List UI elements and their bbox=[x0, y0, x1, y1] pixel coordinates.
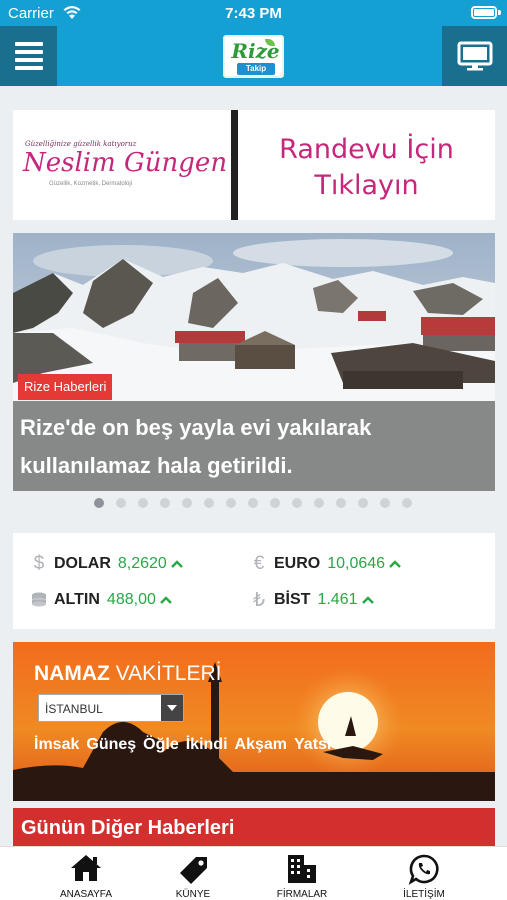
ad-tagline: Güzelliğinize güzellik katıyoruz bbox=[25, 140, 137, 148]
pagination-dot[interactable] bbox=[204, 498, 214, 508]
market-value: 8,2620 bbox=[117, 555, 167, 572]
trend-up-icon bbox=[389, 560, 401, 568]
logo-text: Rize bbox=[231, 39, 280, 63]
desktop-view-button[interactable] bbox=[442, 26, 507, 86]
status-bar: Carrier 7:43 PM bbox=[0, 0, 507, 26]
ad-banner[interactable]: Güzelliğinize güzellik katıyoruz Neslim … bbox=[13, 110, 495, 220]
pagination-dot[interactable] bbox=[402, 498, 412, 508]
pagination-dot[interactable] bbox=[336, 498, 346, 508]
city-selected-value: İSTANBUL bbox=[45, 702, 103, 716]
tag-icon bbox=[180, 857, 207, 884]
pagination-dot[interactable] bbox=[182, 498, 192, 508]
other-news-header[interactable]: Günün Diğer Haberleri bbox=[13, 808, 495, 846]
pagination-dot[interactable] bbox=[248, 498, 258, 508]
bottom-tab-bar: ANASAYFA KÜNYE FİRMALAR İLETİŞİM bbox=[0, 846, 507, 900]
market-name: BİST bbox=[274, 591, 311, 608]
market-name: ALTIN bbox=[54, 591, 100, 608]
city-select[interactable]: İSTANBUL bbox=[38, 694, 184, 722]
market-name: EURO bbox=[274, 555, 321, 572]
pagination-dot[interactable] bbox=[226, 498, 236, 508]
pagination-dot[interactable] bbox=[94, 498, 104, 508]
market-value: 488,00 bbox=[106, 591, 156, 608]
hamburger-icon bbox=[14, 38, 43, 74]
pagination-dot[interactable] bbox=[314, 498, 324, 508]
ad-brand-name: Neslim Güngen bbox=[23, 148, 228, 178]
market-item-euro[interactable]: € EURO 10,0646 bbox=[250, 553, 402, 575]
tab-firmalar[interactable]: FİRMALAR bbox=[262, 847, 342, 900]
prayer-times-panel: NAMAZ VAKİTLERİ İSTANBUL İmsak Güneş Öğl… bbox=[13, 642, 495, 801]
logo-subtext: Takip bbox=[237, 63, 275, 75]
buildings-icon bbox=[288, 855, 316, 883]
slider-pagination bbox=[94, 498, 412, 508]
pagination-dot[interactable] bbox=[138, 498, 148, 508]
tab-kunye[interactable]: KÜNYE bbox=[158, 847, 228, 900]
pagination-dot[interactable] bbox=[116, 498, 126, 508]
ad-cta-panel: Randevu İçin Tıklayın bbox=[238, 110, 495, 220]
tab-iletisim[interactable]: İLETİŞİM bbox=[384, 847, 464, 900]
other-news-title: Günün Diğer Haberleri bbox=[21, 817, 235, 839]
category-badge[interactable]: Rize Haberleri bbox=[18, 374, 113, 400]
battery-icon bbox=[471, 6, 497, 19]
home-icon bbox=[71, 855, 101, 881]
euro-icon: € bbox=[253, 553, 265, 574]
ad-cta-line2: Tıklayın bbox=[314, 170, 419, 201]
tab-anasayfa[interactable]: ANASAYFA bbox=[46, 847, 126, 900]
app-header: Rize Takip bbox=[0, 26, 507, 86]
prayer-time-labels: İmsak Güneş Öğle İkindi Akşam Yatsı bbox=[34, 736, 338, 754]
market-value: 10,0646 bbox=[327, 555, 386, 572]
whatsapp-icon bbox=[408, 854, 439, 885]
menu-button[interactable] bbox=[0, 26, 57, 86]
prayer-label-gunes: Güneş bbox=[86, 736, 137, 753]
trend-up-icon bbox=[170, 560, 183, 568]
market-name: DOLAR bbox=[54, 555, 111, 572]
pagination-dot[interactable] bbox=[292, 498, 302, 508]
trend-up-icon bbox=[361, 596, 374, 604]
market-value: 1.461 bbox=[317, 591, 358, 608]
prayer-label-ogle: Öğle bbox=[143, 736, 179, 753]
app-logo[interactable]: Rize Takip bbox=[223, 35, 284, 78]
ad-small-text: Güzellik, Kozmetik, Dermatoloji bbox=[49, 181, 133, 187]
ad-divider bbox=[231, 110, 238, 220]
tab-label: FİRMALAR bbox=[276, 889, 328, 900]
chevron-down-icon bbox=[161, 695, 183, 721]
status-time: 7:43 PM bbox=[225, 5, 282, 22]
monitor-icon bbox=[457, 41, 492, 71]
prayer-title-bold: NAMAZ bbox=[34, 662, 110, 685]
pagination-dot[interactable] bbox=[358, 498, 368, 508]
prayer-label-imsak: İmsak bbox=[34, 736, 80, 753]
prayer-label-aksam: Akşam bbox=[234, 736, 287, 753]
tab-label: KÜNYE bbox=[175, 889, 211, 900]
tab-label: ANASAYFA bbox=[59, 889, 113, 900]
market-item-altin[interactable]: ALTIN 488,00 bbox=[30, 589, 173, 611]
battery-tip bbox=[498, 10, 501, 15]
trend-up-icon bbox=[160, 596, 172, 604]
gold-icon bbox=[32, 592, 46, 607]
news-slider[interactable]: Rize Haberleri Rize'de on beş yayla evi … bbox=[13, 233, 495, 491]
prayer-label-yatsi: Yatsı bbox=[294, 736, 332, 753]
pagination-dot[interactable] bbox=[270, 498, 280, 508]
dollar-icon: $ bbox=[33, 553, 45, 574]
prayer-label-ikindi: İkindi bbox=[185, 736, 228, 753]
ad-cta-line1: Randevu İçin bbox=[279, 134, 454, 165]
tab-label: İLETİŞİM bbox=[403, 889, 445, 900]
pagination-dot[interactable] bbox=[160, 498, 170, 508]
market-item-dolar[interactable]: $ DOLAR 8,2620 bbox=[30, 553, 184, 575]
slide-headline[interactable]: Rize'de on beş yayla evi yakılarak kulla… bbox=[20, 409, 490, 485]
market-item-bist[interactable]: ₺ BİST 1.461 bbox=[250, 589, 375, 611]
lira-icon: ₺ bbox=[252, 589, 266, 611]
market-ticker: $ DOLAR 8,2620 € EURO 10,0646 ALTIN 488,… bbox=[13, 533, 495, 629]
prayer-title: NAMAZ VAKİTLERİ bbox=[34, 662, 221, 686]
prayer-title-rest: VAKİTLERİ bbox=[115, 662, 222, 685]
pagination-dot[interactable] bbox=[380, 498, 390, 508]
ad-brand-panel: Güzelliğinize güzellik katıyoruz Neslim … bbox=[13, 110, 231, 220]
